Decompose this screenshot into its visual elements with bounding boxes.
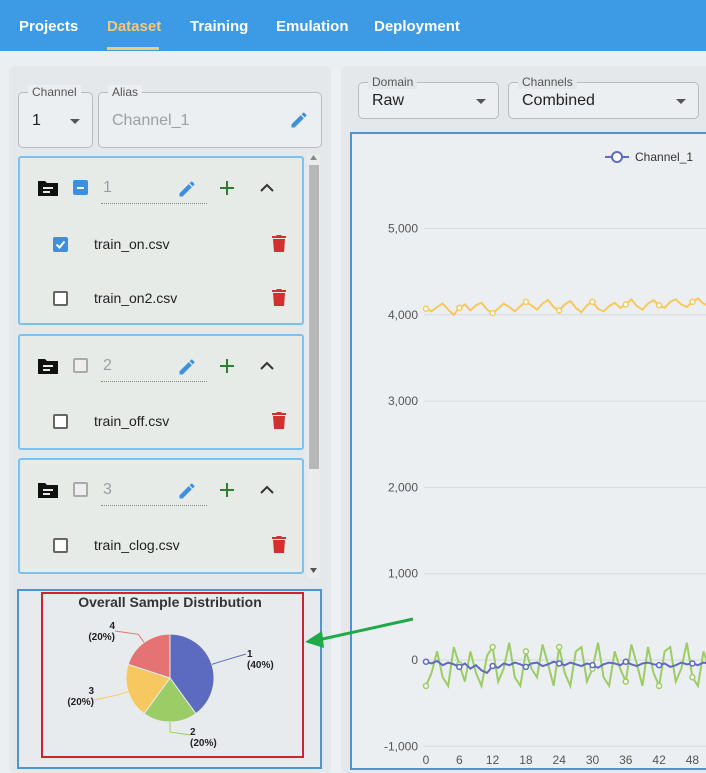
annotation-arrow — [305, 617, 414, 648]
